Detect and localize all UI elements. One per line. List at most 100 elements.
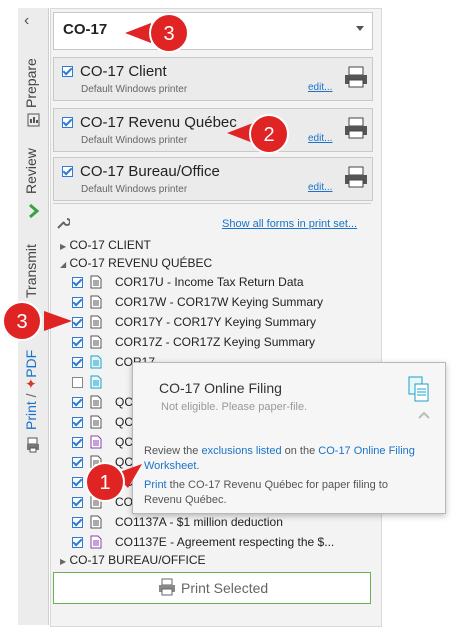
tab-print-pdf[interactable]: Print / ✦PDF — [23, 350, 40, 430]
callout-3-top: 3 — [125, 13, 189, 53]
checkbox[interactable] — [72, 477, 83, 488]
expand-arrow-icon[interactable]: ▶ — [60, 557, 66, 566]
tooltip-line-2: Worksheet. — [144, 460, 199, 472]
document-icon — [90, 335, 102, 349]
tab-print-label: Print — [23, 401, 39, 430]
document-icon — [90, 315, 102, 329]
tab-review[interactable]: Review — [23, 148, 39, 194]
checkbox[interactable] — [62, 117, 73, 128]
print-selected-label: Print Selected — [181, 580, 269, 596]
callout-1: 1 — [85, 462, 142, 502]
exclusions-link[interactable]: exclusions listed — [201, 445, 281, 457]
print-set-card-client[interactable]: CO-17 Client Default Windows printer edi… — [53, 57, 373, 101]
tree-item-label: CO1137A - $1 million deduction — [115, 515, 283, 529]
checkbox[interactable] — [72, 517, 83, 528]
checkbox[interactable] — [72, 457, 83, 468]
divider — [53, 203, 371, 204]
dropdown-arrow-icon[interactable] — [356, 26, 364, 31]
document-icon — [90, 295, 102, 309]
prepare-icon — [27, 113, 40, 127]
checkbox[interactable] — [72, 497, 83, 508]
tree-item-label: COR17U - Income Tax Return Data — [115, 275, 304, 289]
collapse-arrow-icon[interactable]: ◢ — [60, 260, 66, 269]
svg-text:2: 2 — [263, 124, 274, 146]
print-set-printer: Default Windows printer — [81, 184, 188, 195]
print-set-card-bureau-office[interactable]: CO-17 Bureau/Office Default Windows prin… — [53, 157, 373, 201]
checkbox[interactable] — [72, 397, 83, 408]
print-set-printer: Default Windows printer — [81, 135, 188, 146]
pdf-icon: ✦ — [23, 377, 39, 390]
tab-prepare-label: Prepare — [23, 58, 39, 108]
document-icon — [90, 375, 102, 389]
expand-arrow-icon[interactable]: ▶ — [60, 242, 66, 251]
show-all-forms-link[interactable]: Show all forms in print set... — [222, 218, 357, 230]
collapse-up-icon[interactable] — [418, 411, 430, 419]
text: on the — [281, 445, 319, 457]
checkbox[interactable] — [62, 166, 73, 177]
tree-item-label: QC — [115, 415, 133, 429]
print-link[interactable]: Print — [144, 479, 167, 491]
svg-text:1: 1 — [99, 472, 110, 494]
text: . — [196, 460, 200, 472]
document-icon — [90, 415, 102, 429]
checkbox[interactable] — [72, 417, 83, 428]
online-filing-worksheet-link[interactable]: CO-17 Online Filing — [318, 445, 415, 457]
text: Review the — [144, 445, 202, 457]
tree-item-label: COR17Y - COR17Y Keying Summary — [115, 315, 316, 329]
tab-prepare[interactable]: Prepare — [23, 58, 39, 108]
document-icon — [90, 275, 102, 289]
checkbox[interactable] — [72, 377, 83, 388]
tab-pdf-label: PDF — [23, 349, 39, 378]
checkbox[interactable] — [72, 357, 83, 368]
wrench-icon[interactable] — [56, 216, 70, 230]
printer-icon[interactable] — [344, 166, 368, 188]
chevron-right-icon — [29, 203, 40, 219]
tree-item-label: COR17W - COR17W Keying Summary — [115, 295, 324, 309]
tooltip-line-3: Print the CO-17 Revenu Québec for paper … — [144, 479, 388, 491]
checkbox[interactable] — [72, 317, 83, 328]
tab-transmit-label: Transmit — [23, 244, 39, 298]
tooltip-title: CO-17 Online Filing — [159, 380, 282, 396]
tree-group-client[interactable]: ▶ CO-17 CLIENT — [60, 238, 151, 252]
tab-slash: / — [23, 389, 39, 402]
tree-group-bureau-office[interactable]: ▶ CO-17 BUREAU/OFFICE — [60, 553, 206, 567]
tree-group-label: CO-17 CLIENT — [69, 238, 151, 252]
document-icon — [90, 435, 102, 449]
checkbox[interactable] — [62, 66, 73, 77]
tab-review-label: Review — [23, 148, 39, 194]
tooltip-line-1: Review the exclusions listed on the CO-1… — [144, 445, 415, 457]
checkbox[interactable] — [72, 297, 83, 308]
print-set-card-revenu-quebec[interactable]: CO-17 Revenu Québec Default Windows prin… — [53, 108, 373, 152]
document-icon — [90, 535, 102, 549]
print-set-title: CO-17 Revenu Québec — [80, 114, 237, 131]
printer-icon[interactable] — [344, 117, 368, 139]
printer-icon — [159, 578, 175, 596]
tree-item-label: CO1137E - Agreement respecting the $... — [115, 535, 335, 549]
callout-3-left: 3 — [2, 301, 72, 341]
collapse-panel-icon[interactable]: ‹ — [24, 12, 29, 30]
printer-icon[interactable] — [344, 66, 368, 88]
print-set-title: CO-17 Client — [80, 63, 167, 80]
checkbox[interactable] — [72, 337, 83, 348]
worksheet-link[interactable]: Worksheet — [144, 460, 196, 472]
print-set-dropdown-value: CO-17 — [63, 21, 108, 38]
document-icon — [90, 515, 102, 529]
checkbox[interactable] — [72, 437, 83, 448]
edit-link[interactable]: edit... — [308, 82, 332, 93]
checkbox[interactable] — [72, 537, 83, 548]
callout-2: 2 — [227, 114, 289, 154]
checkbox[interactable] — [72, 277, 83, 288]
tree-group-label: CO-17 BUREAU/OFFICE — [69, 553, 206, 567]
tab-transmit[interactable]: Transmit — [23, 244, 39, 298]
tooltip-subtitle: Not eligible. Please paper-file. — [161, 401, 308, 413]
tree-group-label: CO-17 REVENU QUÉBEC — [69, 256, 213, 270]
tooltip-line-4: Revenu Québec. — [144, 494, 227, 506]
tree-group-revenu-quebec[interactable]: ◢ CO-17 REVENU QUÉBEC — [60, 256, 212, 270]
tree-item-label: QC — [115, 435, 133, 449]
document-icon — [90, 355, 102, 369]
edit-link[interactable]: edit... — [308, 133, 332, 144]
printer-tab-icon — [27, 437, 39, 453]
edit-link[interactable]: edit... — [308, 182, 332, 193]
tree-item-label: QC — [115, 395, 133, 409]
tree-item-label: COR17Z - COR17Z Keying Summary — [115, 335, 316, 349]
